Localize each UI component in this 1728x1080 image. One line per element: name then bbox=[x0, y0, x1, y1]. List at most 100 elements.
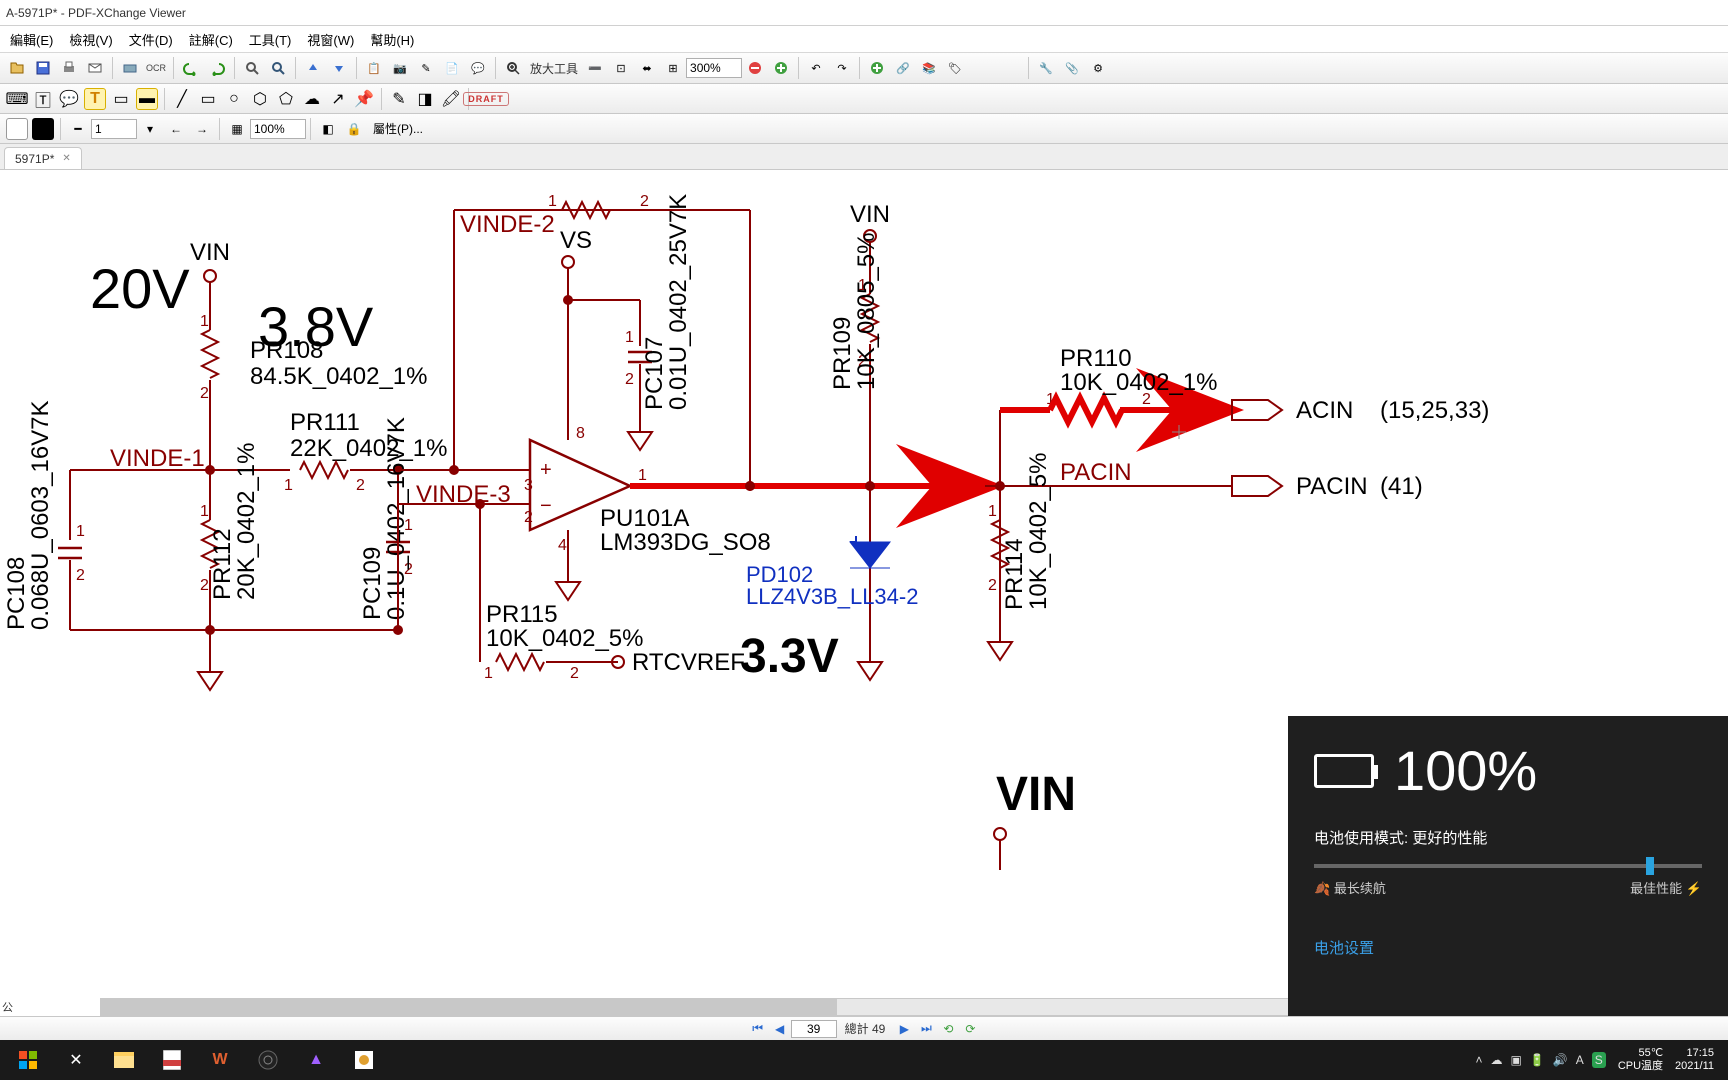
properties-link[interactable]: 屬性(P)... bbox=[367, 120, 429, 137]
open-icon[interactable] bbox=[6, 57, 28, 79]
note-icon[interactable]: 💬 bbox=[467, 57, 489, 79]
task-app2-icon[interactable] bbox=[341, 1042, 387, 1078]
arrow-tool-icon[interactable]: ↗ bbox=[327, 88, 349, 110]
opacity-input[interactable] bbox=[250, 119, 306, 139]
battery-settings-link[interactable]: 电池设置 bbox=[1314, 937, 1702, 958]
redo-icon[interactable] bbox=[206, 57, 228, 79]
edit-icon[interactable]: ✎ bbox=[415, 57, 437, 79]
nav-up-icon[interactable] bbox=[302, 57, 324, 79]
task-obs-icon[interactable] bbox=[245, 1042, 291, 1078]
stroke-color-icon[interactable] bbox=[32, 118, 54, 140]
tag-icon[interactable]: 🏷 bbox=[944, 57, 966, 79]
line-width-input[interactable] bbox=[91, 119, 137, 139]
print-icon[interactable] bbox=[58, 57, 80, 79]
ocr-icon[interactable]: OCR bbox=[145, 57, 167, 79]
tray-cast-icon[interactable]: ▣ bbox=[1511, 1053, 1522, 1067]
nav-down-icon[interactable] bbox=[328, 57, 350, 79]
page-fwd-icon[interactable]: ⟳ bbox=[961, 1020, 979, 1038]
line-cap2-icon[interactable]: → bbox=[191, 118, 213, 140]
blend-icon[interactable]: ◧ bbox=[317, 118, 339, 140]
line-tool-icon[interactable]: ╱ bbox=[171, 88, 193, 110]
draft-stamp[interactable]: DRAFT bbox=[475, 88, 497, 110]
snapshot-icon[interactable]: 📷 bbox=[389, 57, 411, 79]
menu-help[interactable]: 幫助(H) bbox=[362, 27, 422, 52]
power-slider[interactable] bbox=[1314, 864, 1702, 868]
battery-flyout[interactable]: 100% 电池使用模式: 更好的性能 🍂 最长续航 最佳性能 ⚡ 电池设置 bbox=[1288, 716, 1728, 1016]
tray-expand-icon[interactable]: ˄ bbox=[1476, 1053, 1483, 1067]
cloud-tool-icon[interactable]: ☁ bbox=[301, 88, 323, 110]
tools-1-icon[interactable]: 🔧 bbox=[1035, 57, 1057, 79]
menu-edit[interactable]: 編輯(E) bbox=[2, 27, 61, 52]
tray-onedrive-icon[interactable]: ☁ bbox=[1491, 1053, 1503, 1067]
mail-icon[interactable] bbox=[84, 57, 106, 79]
task-explorer-icon[interactable] bbox=[101, 1042, 147, 1078]
save-icon[interactable] bbox=[32, 57, 54, 79]
menu-tools[interactable]: 工具(T) bbox=[241, 27, 300, 52]
search-icon[interactable] bbox=[241, 57, 263, 79]
task-wps-icon[interactable]: W bbox=[197, 1042, 243, 1078]
tray-ime-icon[interactable]: A bbox=[1576, 1053, 1584, 1067]
highlight-icon[interactable]: ▭ bbox=[110, 88, 132, 110]
task-shuffle-icon[interactable]: ✕ bbox=[53, 1042, 99, 1078]
menu-view[interactable]: 檢視(V) bbox=[61, 27, 120, 52]
opacity-icon[interactable]: ▦ bbox=[226, 118, 248, 140]
zoom-input[interactable] bbox=[686, 58, 742, 78]
find-icon[interactable] bbox=[267, 57, 289, 79]
rotate-left-icon[interactable]: ↶ bbox=[805, 57, 827, 79]
marker-tool-icon[interactable]: 🖍 bbox=[440, 88, 462, 110]
fill-color-icon[interactable] bbox=[6, 118, 28, 140]
start-button[interactable] bbox=[5, 1042, 51, 1078]
callout-icon[interactable]: 💬 bbox=[58, 88, 80, 110]
task-pdf-icon[interactable] bbox=[149, 1042, 195, 1078]
close-icon[interactable]: ✕ bbox=[62, 153, 70, 164]
textbox-icon[interactable]: 🅃 bbox=[32, 88, 54, 110]
link-icon[interactable]: 🔗 bbox=[892, 57, 914, 79]
polygon-icon[interactable]: ⬠ bbox=[275, 88, 297, 110]
actual-size-icon[interactable]: ⊞ bbox=[662, 57, 684, 79]
layers-icon[interactable]: 📚 bbox=[918, 57, 940, 79]
zoom-plus-icon[interactable] bbox=[770, 57, 792, 79]
zoom-tool-icon[interactable] bbox=[502, 57, 524, 79]
polyline-icon[interactable]: ⬡ bbox=[249, 88, 271, 110]
text-tool-icon[interactable]: T bbox=[84, 88, 106, 110]
undo-icon[interactable] bbox=[180, 57, 202, 79]
tab-document[interactable]: 5971P* ✕ bbox=[4, 147, 82, 169]
eraser-tool-icon[interactable]: ◨ bbox=[414, 88, 436, 110]
scan-icon[interactable] bbox=[119, 57, 141, 79]
zoom-minus-icon[interactable] bbox=[744, 57, 766, 79]
next-page-icon[interactable]: ▶ bbox=[895, 1020, 913, 1038]
line-style-icon[interactable]: ━ bbox=[67, 118, 89, 140]
bookmark-add-icon[interactable] bbox=[866, 57, 888, 79]
tools-2-icon[interactable]: 📎 bbox=[1061, 57, 1083, 79]
prev-page-icon[interactable]: ◀ bbox=[771, 1020, 789, 1038]
horizontal-scrollbar[interactable] bbox=[100, 998, 1328, 1016]
fit-page-icon[interactable]: ⊡ bbox=[610, 57, 632, 79]
rotate-right-icon[interactable]: ↷ bbox=[831, 57, 853, 79]
copy-icon[interactable]: 📋 bbox=[363, 57, 385, 79]
menu-window[interactable]: 視窗(W) bbox=[299, 27, 362, 52]
lock-icon[interactable]: 🔒 bbox=[343, 118, 365, 140]
page-back-icon[interactable]: ⟲ bbox=[939, 1020, 957, 1038]
tray-battery-icon[interactable]: 🔋 bbox=[1530, 1053, 1545, 1067]
pencil-tool-icon[interactable]: ✎ bbox=[388, 88, 410, 110]
highlight-active-icon[interactable]: ▬ bbox=[136, 88, 158, 110]
typewriter-icon[interactable]: ⌨ bbox=[6, 88, 28, 110]
tools-3-icon[interactable]: ⚙ bbox=[1087, 57, 1109, 79]
page-input[interactable] bbox=[791, 1020, 837, 1038]
stamp-icon[interactable]: 📄 bbox=[441, 57, 463, 79]
rect-tool-icon[interactable]: ▭ bbox=[197, 88, 219, 110]
pin-tool-icon[interactable]: 📌 bbox=[353, 88, 375, 110]
tray-volume-icon[interactable]: 🔊 bbox=[1553, 1053, 1568, 1067]
task-app1-icon[interactable]: ▲ bbox=[293, 1042, 339, 1078]
last-page-icon[interactable]: ⏭ bbox=[917, 1020, 935, 1038]
system-tray[interactable]: ˄ ☁ ▣ 🔋 🔊 A S bbox=[1476, 1052, 1606, 1068]
line-minus-icon[interactable]: ▾ bbox=[139, 118, 161, 140]
tray-sogou-icon[interactable]: S bbox=[1592, 1052, 1606, 1068]
line-cap1-icon[interactable]: ← bbox=[165, 118, 187, 140]
circle-tool-icon[interactable]: ○ bbox=[223, 88, 245, 110]
fit-width-icon[interactable]: ⬌ bbox=[636, 57, 658, 79]
first-page-icon[interactable]: ⏮ bbox=[749, 1020, 767, 1038]
zoom-out-icon[interactable]: ➖ bbox=[584, 57, 606, 79]
menu-comments[interactable]: 註解(C) bbox=[181, 27, 241, 52]
menu-file[interactable]: 文件(D) bbox=[121, 27, 181, 52]
